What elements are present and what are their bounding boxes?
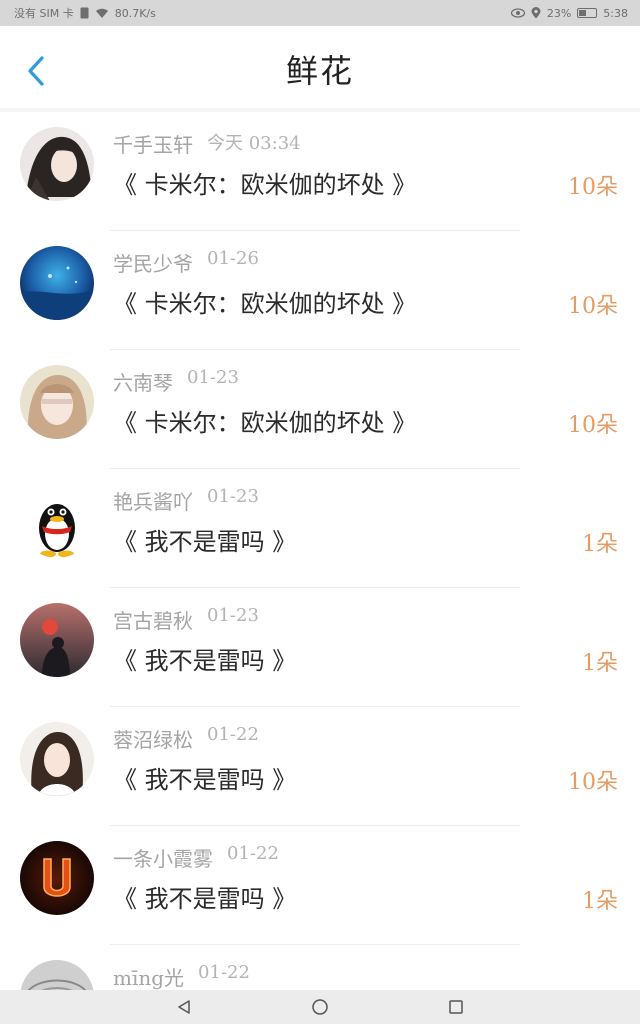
- avatar: [20, 484, 94, 558]
- sender-name: mīng光: [113, 966, 185, 990]
- list-item[interactable]: 蓉沼绿松 01-22 《 我不是雷吗 》 10朵: [0, 707, 640, 826]
- wifi-icon: [95, 8, 109, 19]
- triangle-back-icon: [178, 1000, 190, 1014]
- sender-name: 学民少爷: [113, 252, 193, 276]
- network-speed: 80.7K/s: [114, 6, 156, 20]
- circle-home-icon: [312, 999, 328, 1015]
- sender-name: 一条小霞雾: [113, 847, 213, 871]
- flower-count: 1朵: [582, 651, 618, 676]
- nav-recents-button[interactable]: [446, 997, 466, 1017]
- battery-percent: 23%: [546, 6, 572, 20]
- avatar: [20, 127, 94, 201]
- battery-icon: [577, 8, 598, 18]
- list-item[interactable]: 一条小霞雾 01-22 《 我不是雷吗 》 1朵: [0, 826, 640, 945]
- list-item[interactable]: 千手玉轩 今天 03:34 《 卡米尔：欧米伽的坏处 》 10朵: [0, 112, 640, 231]
- sender-name: 宫古碧秋: [113, 609, 193, 633]
- article-title: 《 卡米尔：欧米伽的坏处 》: [113, 409, 417, 437]
- flower-count: 1朵: [582, 532, 618, 557]
- sender-name: 艳兵酱吖: [113, 490, 193, 514]
- avatar: [20, 841, 94, 915]
- timestamp: 01-22: [198, 962, 250, 983]
- timestamp: 今天 03:34: [207, 133, 301, 154]
- list-item[interactable]: mīng光 01-22: [0, 945, 640, 990]
- sim-icon: [80, 7, 89, 19]
- article-title: 《 我不是雷吗 》: [113, 766, 297, 794]
- nav-back-button[interactable]: [174, 997, 194, 1017]
- list-item[interactable]: 学民少爷 01-26 《 卡米尔：欧米伽的坏处 》 10朵: [0, 231, 640, 350]
- status-bar: 没有 SIM 卡 80.7K/s 23% 5:38: [0, 0, 640, 26]
- app-header: 鲜花: [0, 26, 640, 108]
- eye-icon: [510, 8, 525, 18]
- sender-name: 千手玉轩: [113, 133, 193, 157]
- avatar: [20, 603, 94, 677]
- timestamp: 01-26: [207, 248, 259, 269]
- flower-count: 10朵: [568, 770, 618, 795]
- list-item[interactable]: 宫古碧秋 01-23 《 我不是雷吗 》 1朵: [0, 588, 640, 707]
- article-title: 《 我不是雷吗 》: [113, 885, 297, 913]
- carrier-text: 没有 SIM 卡: [14, 7, 74, 20]
- article-title: 《 我不是雷吗 》: [113, 528, 297, 556]
- timestamp: 01-22: [227, 843, 279, 864]
- location-icon: [531, 7, 541, 19]
- article-title: 《 卡米尔：欧米伽的坏处 》: [113, 171, 417, 199]
- avatar: [20, 722, 94, 796]
- timestamp: 01-23: [207, 605, 259, 626]
- nav-home-button[interactable]: [310, 997, 330, 1017]
- article-title: 《 卡米尔：欧米伽的坏处 》: [113, 290, 417, 318]
- article-title: 《 我不是雷吗 》: [113, 647, 297, 675]
- page-title: 鲜花: [285, 52, 354, 90]
- list-item[interactable]: 艳兵酱吖 01-23 《 我不是雷吗 》 1朵: [0, 469, 640, 588]
- avatar: [20, 365, 94, 439]
- list-item[interactable]: 六南琴 01-23 《 卡米尔：欧米伽的坏处 》 10朵: [0, 350, 640, 469]
- flower-count: 10朵: [568, 175, 618, 200]
- sender-name: 蓉沼绿松: [113, 728, 193, 752]
- flower-count: 1朵: [582, 889, 618, 914]
- flower-count: 10朵: [568, 413, 618, 438]
- clock: 5:38: [603, 6, 628, 20]
- sender-name: 六南琴: [113, 371, 173, 395]
- square-recents-icon: [449, 1000, 463, 1014]
- timestamp: 01-23: [207, 486, 259, 507]
- flower-count: 10朵: [568, 294, 618, 319]
- system-nav-bar: [0, 990, 640, 1024]
- avatar: [20, 960, 94, 990]
- timestamp: 01-22: [207, 724, 259, 745]
- timestamp: 01-23: [187, 367, 239, 388]
- avatar: [20, 246, 94, 320]
- flower-list: 千手玉轩 今天 03:34 《 卡米尔：欧米伽的坏处 》 10朵 学民少爷 01…: [0, 112, 640, 990]
